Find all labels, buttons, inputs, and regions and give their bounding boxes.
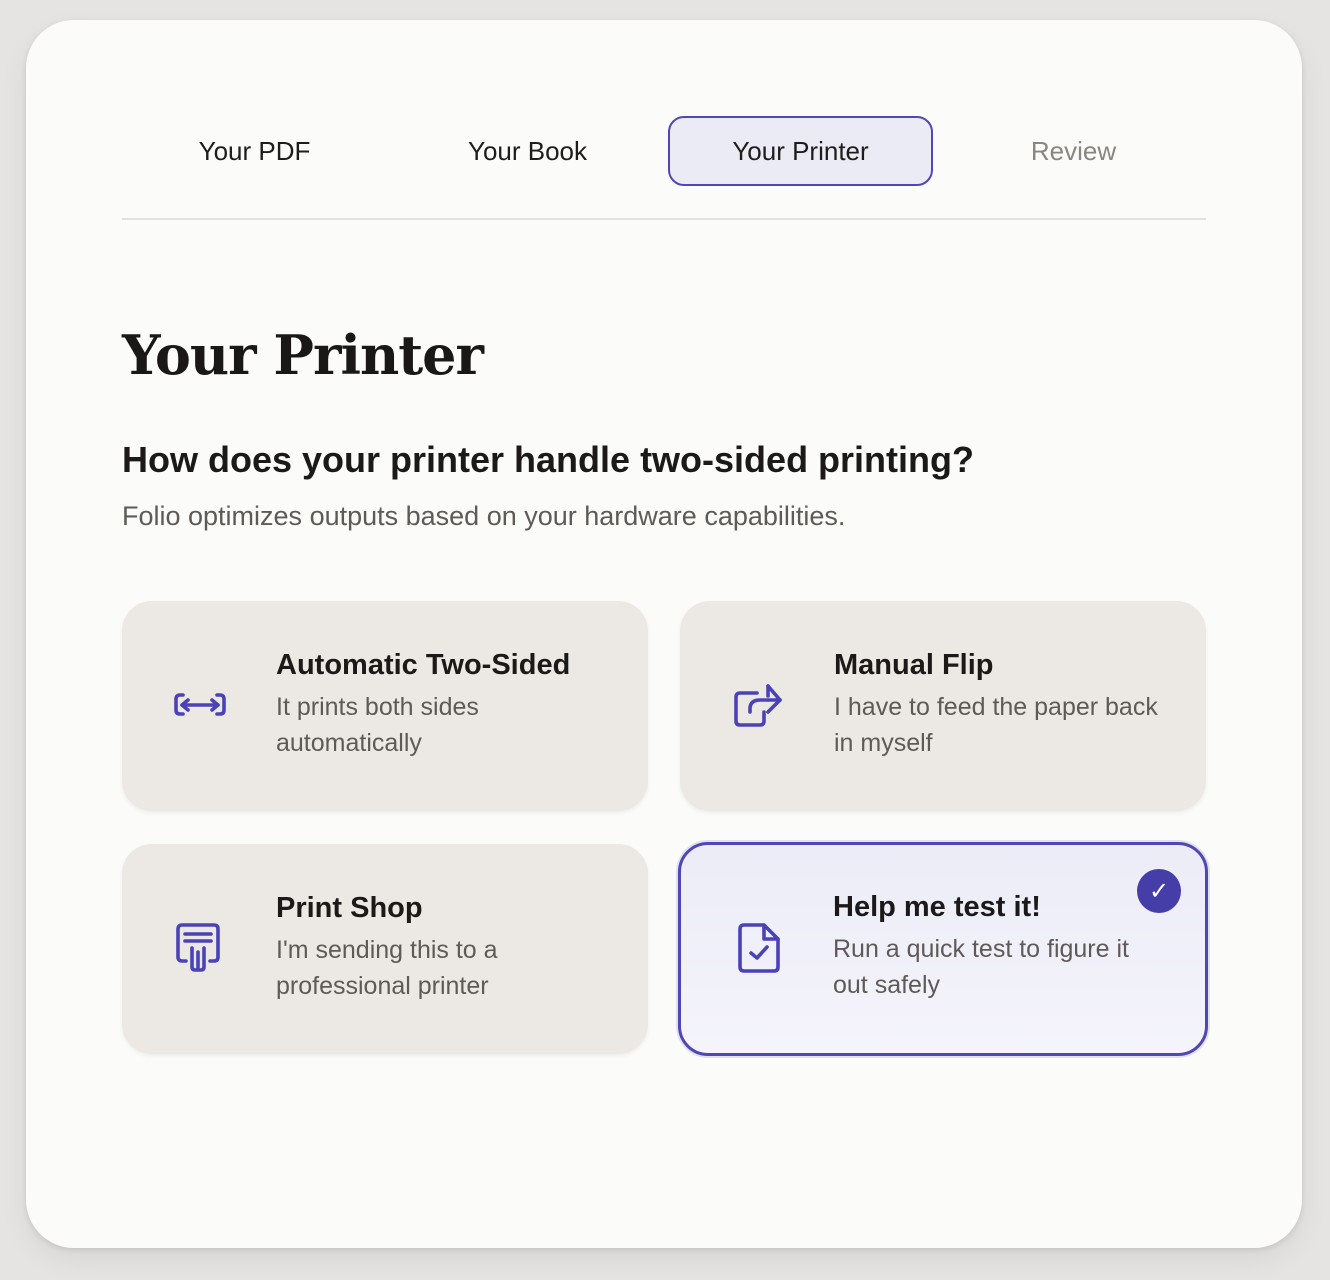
duplex-arrows-icon bbox=[172, 676, 228, 732]
app-window: Your PDF Your Book Your Printer Review Y… bbox=[26, 20, 1302, 1248]
print-shop-icon bbox=[172, 919, 228, 975]
option-title: Print Shop bbox=[276, 892, 423, 924]
tab-review[interactable]: Review bbox=[941, 116, 1206, 186]
tab-your-book[interactable]: Your Book bbox=[395, 116, 660, 186]
stepper-tabs: Your PDF Your Book Your Printer Review bbox=[122, 116, 1206, 186]
option-description: It prints both sides automatically bbox=[276, 693, 479, 757]
share-arrow-icon bbox=[730, 676, 786, 732]
file-check-icon bbox=[732, 919, 788, 975]
option-card-manual-flip[interactable]: Manual Flip I have to feed the paper bac… bbox=[680, 601, 1206, 811]
option-card-print-shop[interactable]: Print Shop I'm sending this to a profess… bbox=[122, 844, 648, 1054]
option-card-automatic-two-sided[interactable]: Automatic Two-Sided It prints both sides… bbox=[122, 601, 648, 811]
option-title: Help me test it! bbox=[833, 891, 1041, 923]
question-subtitle: Folio optimizes outputs based on your ha… bbox=[122, 501, 846, 531]
option-card-help-me-test[interactable]: ✓ Help me test it! Run a quick test to f… bbox=[678, 842, 1208, 1056]
stepper-divider bbox=[122, 218, 1206, 220]
question-heading: How does your printer handle two-sided p… bbox=[122, 439, 975, 480]
option-description: Run a quick test to figure it out safely bbox=[833, 935, 1129, 999]
page-title: Your Printer bbox=[122, 323, 484, 387]
option-title: Manual Flip bbox=[834, 649, 994, 681]
tab-your-printer[interactable]: Your Printer bbox=[668, 116, 933, 186]
option-title: Automatic Two-Sided bbox=[276, 649, 571, 681]
option-description: I have to feed the paper back in myself bbox=[834, 693, 1158, 757]
option-description: I'm sending this to a professional print… bbox=[276, 936, 498, 1000]
selected-check-icon: ✓ bbox=[1137, 869, 1181, 913]
tab-your-pdf[interactable]: Your PDF bbox=[122, 116, 387, 186]
